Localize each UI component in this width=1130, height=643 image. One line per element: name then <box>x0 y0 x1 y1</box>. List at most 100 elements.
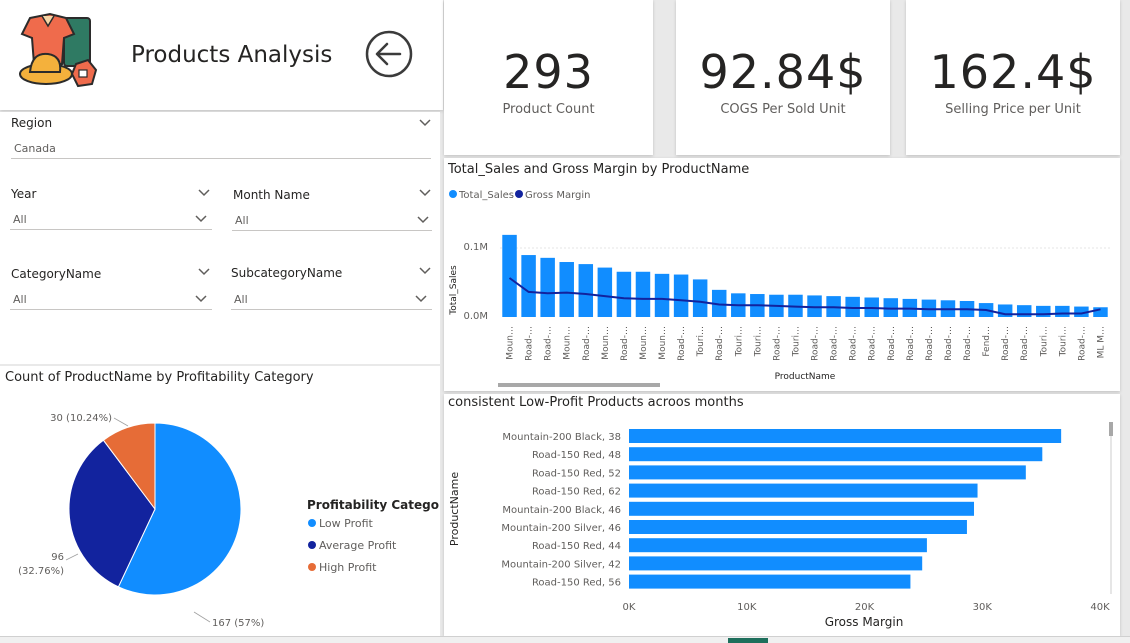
subcategory-slicer-value[interactable]: All <box>231 288 432 310</box>
x-tick-label: Moun… <box>563 326 573 360</box>
year-slicer-text: All <box>13 213 27 226</box>
x-tick-label: Road-… <box>715 326 725 361</box>
x-tick-label: Road-… <box>1001 326 1011 361</box>
x-tick-label: Road-… <box>925 326 935 361</box>
pie-legend-title: Profitability Category <box>307 498 440 512</box>
x-tick-label: 0K <box>623 602 636 613</box>
sales-bar[interactable] <box>1016 305 1032 317</box>
x-tick-label: 40K <box>1090 602 1110 613</box>
vertical-scrollbar[interactable] <box>1109 422 1113 436</box>
gross-margin-bar[interactable] <box>629 538 927 553</box>
page-tabs-strip <box>0 636 1130 643</box>
x-tick-label: Moun… <box>601 326 611 360</box>
category-slicer-value[interactable]: All <box>10 288 212 310</box>
y-tick-label: 0.0M <box>463 311 488 322</box>
x-tick-label: Moun… <box>658 326 668 360</box>
chevron-down-icon[interactable] <box>418 118 432 128</box>
sales-bar[interactable] <box>521 255 536 317</box>
gross-margin-bar[interactable] <box>629 574 911 589</box>
gross-margin-bar[interactable] <box>629 429 1062 443</box>
y-tick-label: Mountain-200 Silver, 46 <box>501 523 621 534</box>
month-slicer-value[interactable]: All <box>232 209 432 231</box>
x-tick-label: Moun… <box>506 326 516 360</box>
sales-bar[interactable] <box>1093 307 1108 317</box>
x-tick-label: Touri… <box>753 326 763 357</box>
sales-bar[interactable] <box>673 274 689 317</box>
sales-bar[interactable] <box>654 273 670 317</box>
y-tick-label: Road-150 Red, 52 <box>532 468 621 479</box>
month-slicer-label: Month Name <box>233 188 310 202</box>
chevron-down-icon[interactable] <box>197 267 211 277</box>
legend-dot-gross-margin <box>515 190 523 198</box>
x-tick-label: Road-… <box>525 326 535 361</box>
y-tick-label: Road-150 Red, 44 <box>532 541 621 552</box>
x-tick-label: Touri… <box>1039 326 1049 357</box>
page-title: Products Analysis <box>131 42 333 68</box>
x-tick-label: Road-… <box>944 326 954 361</box>
chevron-down-icon[interactable] <box>416 215 430 225</box>
combo-chart: Total_Sales Gross Margin Total_Sales 0.1… <box>449 190 1110 387</box>
y-tick-label: 0.1M <box>463 242 488 253</box>
x-tick-label: ML M… <box>1096 326 1106 358</box>
gross-margin-bar[interactable] <box>629 520 967 534</box>
sales-bar[interactable] <box>578 264 594 317</box>
pie-data-label-low: 167 (57%) <box>212 618 264 629</box>
year-slicer-value[interactable]: All <box>10 208 212 230</box>
chevron-down-icon[interactable] <box>418 188 432 198</box>
sales-bar[interactable] <box>635 271 651 317</box>
subcategory-slicer-label: SubcategoryName <box>231 266 343 280</box>
gross-margin-bar[interactable] <box>629 483 978 498</box>
gross-margin-bar[interactable] <box>629 556 923 571</box>
chevron-down-icon[interactable] <box>194 294 208 304</box>
gross-margin-bar[interactable] <box>629 465 1026 480</box>
x-tick-label: Road-… <box>1077 326 1087 361</box>
sales-bar[interactable] <box>692 279 708 317</box>
chevron-down-icon[interactable] <box>194 214 208 224</box>
pie-chart: 30 (10.24%) 96 (32.76%) 167 (57%) Profit… <box>18 413 440 629</box>
pie-data-label-avg-count: 96 <box>51 552 64 563</box>
horizontal-scrollbar[interactable] <box>498 383 660 387</box>
chevron-down-icon[interactable] <box>414 294 428 304</box>
category-slicer-label: CategoryName <box>11 267 102 281</box>
x-tick-label: Road-… <box>830 326 840 361</box>
x-tick-label: Road-… <box>677 326 687 361</box>
sales-bar[interactable] <box>1036 305 1051 317</box>
legend-label-high: High Profit <box>319 561 377 574</box>
pie-leader-line-high <box>113 417 129 427</box>
chevron-down-icon[interactable] <box>197 188 211 198</box>
sales-bar[interactable] <box>540 257 555 317</box>
gross-margin-bar[interactable] <box>629 501 975 516</box>
kpi-label: COGS Per Sold Unit <box>720 102 846 117</box>
y-tick-label: Road-150 Red, 48 <box>532 450 621 461</box>
x-tick-label: Touri… <box>696 326 706 357</box>
sales-bar[interactable] <box>616 271 632 317</box>
kpi-value: 293 <box>503 45 594 99</box>
legend-label-total-sales: Total_Sales <box>458 190 514 201</box>
y-tick-label: Mountain-200 Silver, 42 <box>501 559 621 570</box>
x-tick-label: Road-… <box>868 326 878 361</box>
active-page-tab[interactable] <box>728 638 768 643</box>
x-tick-label: Road-… <box>620 326 630 361</box>
gross-margin-bar[interactable] <box>629 447 1043 462</box>
slicer-panel: Region Canada Year All Month Name All Ca… <box>0 112 440 364</box>
x-tick-label: Road-… <box>811 326 821 361</box>
y-axis-title: Total_Sales <box>449 265 459 316</box>
chevron-down-icon[interactable] <box>418 266 432 276</box>
subcategory-slicer-text: All <box>234 293 248 306</box>
clothing-logo-icon <box>19 12 98 88</box>
combo-chart-title: Total_Sales and Gross Margin by ProductN… <box>448 162 750 177</box>
x-axis-title: Gross Margin <box>825 615 904 629</box>
kpi-card-selling-price: 162.4$ Selling Price per Unit <box>906 0 1120 155</box>
y-tick-label: Road-150 Red, 62 <box>532 487 621 498</box>
x-tick-label: 10K <box>737 602 757 613</box>
sales-bar[interactable] <box>502 234 517 317</box>
x-tick-label: Road-… <box>906 326 916 361</box>
x-tick-label: Road-… <box>849 326 859 361</box>
x-tick-label: Road-… <box>963 326 973 361</box>
x-tick-label: Fend… <box>982 326 992 357</box>
sales-bar[interactable] <box>559 262 574 317</box>
sales-bar[interactable] <box>597 267 613 317</box>
back-arrow-icon[interactable] <box>364 29 414 79</box>
region-slicer-value[interactable]: Canada <box>11 137 431 159</box>
sales-bar[interactable] <box>1055 305 1070 317</box>
